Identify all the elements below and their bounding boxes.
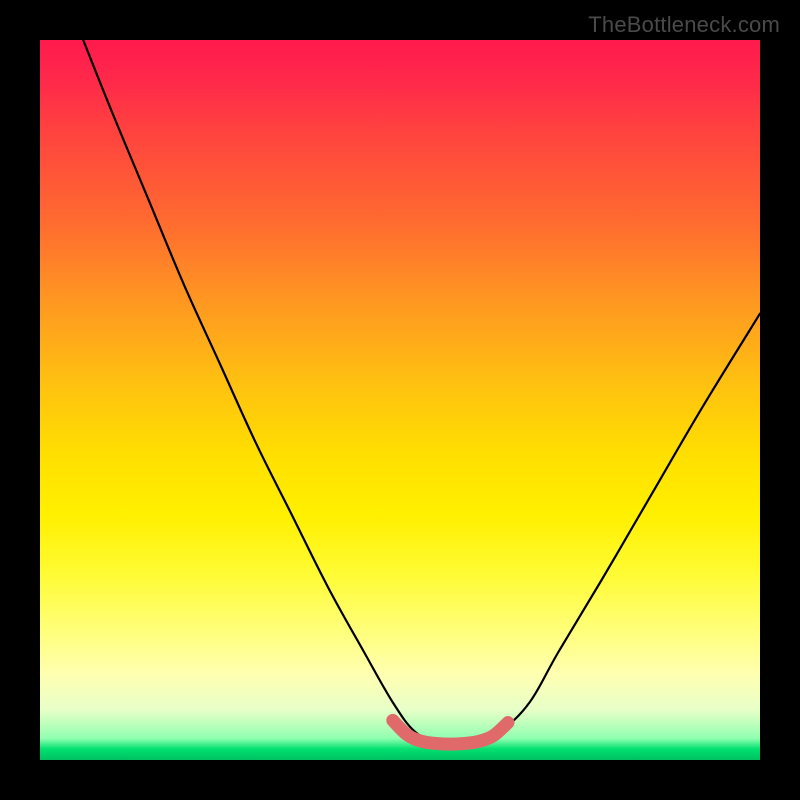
highlight-segment: [393, 720, 508, 744]
watermark-text: TheBottleneck.com: [588, 12, 780, 38]
chart-overlay: [40, 40, 760, 760]
bottleneck-curve: [83, 40, 760, 744]
chart-canvas: TheBottleneck.com: [0, 0, 800, 800]
